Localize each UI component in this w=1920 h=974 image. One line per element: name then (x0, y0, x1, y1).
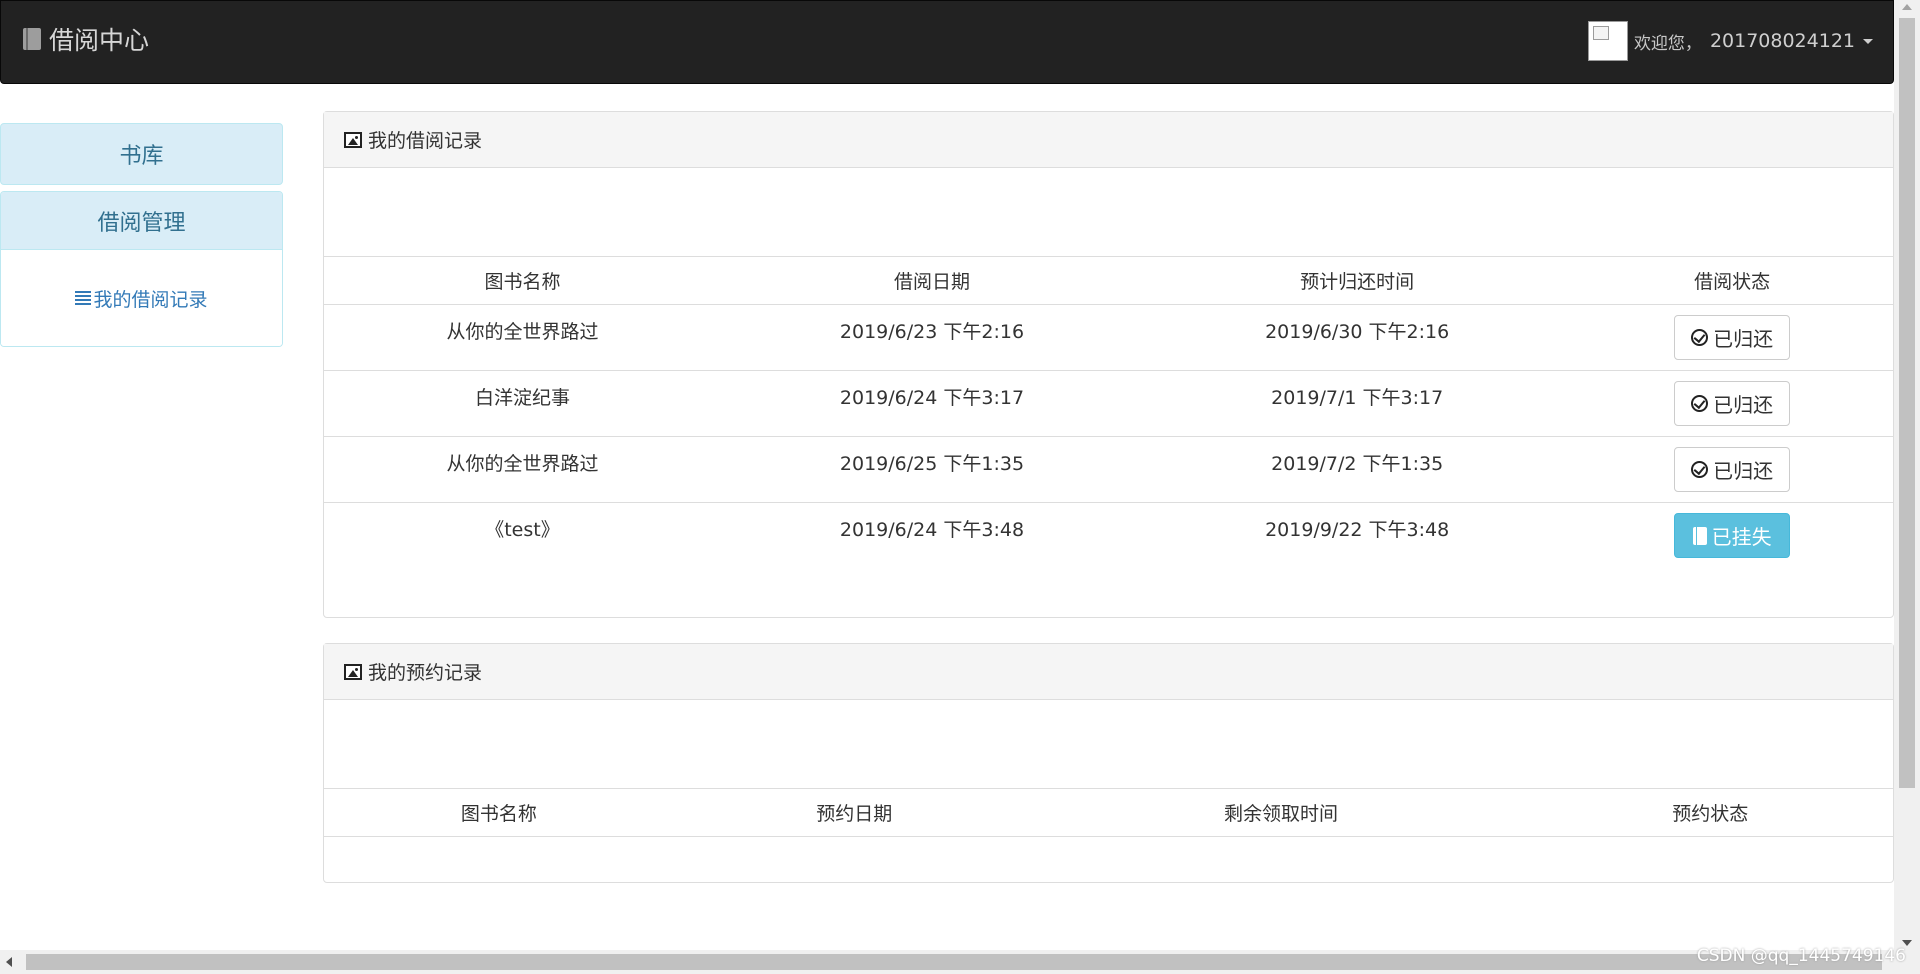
panel-title: 我的借阅记录 (368, 130, 483, 152)
brand[interactable]: 借阅中心 (23, 21, 149, 57)
book-name-cell: 《test》 (485, 519, 560, 541)
borrow-records-panel: 我的借阅记录 图书名称 借阅日期 预计归还时间 借阅状态 从你的全世界路过 20… (323, 111, 1894, 618)
sidebar-item-library[interactable]: 书库 (0, 123, 283, 185)
returned-status-button[interactable]: 已归还 (1674, 315, 1791, 360)
borrow-records-table: 图书名称 借阅日期 预计归还时间 借阅状态 从你的全世界路过 2019/6/23… (324, 256, 1893, 569)
panel-spacer (324, 700, 1893, 788)
column-header: 图书名称 (324, 788, 674, 837)
welcome-text: 欢迎您， (1633, 33, 1702, 54)
picture-icon (344, 663, 362, 680)
reservation-records-panel: 我的预约记录 图书名称 预约日期 剩余领取时间 预约状态 (323, 643, 1894, 883)
column-header: 剩余领取时间 (1034, 788, 1528, 837)
reservation-records-table: 图书名称 预约日期 剩余领取时间 预约状态 (324, 788, 1893, 837)
returned-status-button[interactable]: 已归还 (1674, 447, 1791, 492)
sidebar-link-my-borrow-records[interactable]: 我的借阅记录 (75, 285, 208, 312)
book-name-cell: 从你的全世界路过 (324, 304, 721, 371)
status-label: 已归还 (1713, 393, 1774, 417)
book-name-cell: 从你的全世界路过 (324, 436, 721, 503)
sidebar-link-label: 我的借阅记录 (93, 288, 208, 311)
avatar (1587, 21, 1628, 61)
table-row: 《test》 2019/6/24 下午3:48 2019/9/22 下午3:48… (324, 503, 1893, 569)
scrollbar-thumb[interactable] (1899, 18, 1915, 788)
table-header-row: 图书名称 借阅日期 预计归还时间 借阅状态 (324, 256, 1893, 305)
sidebar: 书库 借阅管理 我的借阅记录 (0, 123, 283, 347)
panel-spacer (324, 168, 1893, 256)
column-header: 图书名称 (324, 256, 721, 305)
status-label: 已挂失 (1711, 525, 1772, 549)
check-circle-icon (1691, 461, 1709, 478)
check-circle-icon (1691, 395, 1709, 412)
scrollbar-thumb[interactable] (26, 954, 1882, 970)
sidebar-group-borrow-manage: 借阅管理 我的借阅记录 (0, 191, 283, 347)
brand-title: 借阅中心 (49, 26, 150, 55)
panel-heading: 我的预约记录 (324, 644, 1893, 700)
borrow-date-cell: 2019/6/23 下午2:16 (720, 304, 1143, 371)
status-cell: 已归还 (1571, 436, 1893, 503)
table-row: 从你的全世界路过 2019/6/25 下午1:35 2019/7/2 下午1:3… (324, 436, 1893, 503)
column-header: 预约状态 (1527, 788, 1893, 837)
status-label: 已归还 (1713, 327, 1774, 351)
table-row: 白洋淀纪事 2019/6/24 下午3:17 2019/7/1 下午3:17 已… (324, 370, 1893, 437)
due-date-cell: 2019/6/30 下午2:16 (1143, 304, 1572, 371)
panel-heading: 我的借阅记录 (324, 112, 1893, 168)
scroll-up-icon[interactable] (1902, 4, 1912, 10)
column-header: 借阅日期 (720, 256, 1143, 305)
list-icon (75, 291, 92, 305)
watermark: CSDN @qq_1445749146 (1696, 946, 1906, 966)
borrow-date-cell: 2019/6/24 下午3:48 (839, 519, 1025, 541)
lost-status-button[interactable]: 已挂失 (1674, 513, 1791, 558)
status-cell: 已挂失 (1571, 503, 1893, 569)
table-row: 从你的全世界路过 2019/6/23 下午2:16 2019/6/30 下午2:… (324, 304, 1893, 371)
check-circle-icon (1691, 329, 1709, 346)
book-icon (23, 28, 41, 50)
due-date-cell: 2019/7/2 下午1:35 (1143, 436, 1572, 503)
borrow-date-cell: 2019/6/25 下午1:35 (720, 436, 1143, 503)
column-header: 预约日期 (673, 788, 1035, 837)
sidebar-item-library-label: 书库 (119, 144, 164, 169)
book-name-cell: 白洋淀纪事 (324, 370, 721, 437)
sidebar-item-borrow-manage[interactable]: 借阅管理 (1, 192, 282, 250)
status-label: 已归还 (1713, 459, 1774, 483)
status-cell: 已归还 (1571, 304, 1893, 371)
vertical-scrollbar[interactable] (1894, 0, 1920, 950)
column-header: 预计归还时间 (1143, 256, 1572, 305)
table-header-row: 图书名称 预约日期 剩余领取时间 预约状态 (324, 788, 1893, 837)
user-dropdown[interactable]: 欢迎您， 201708024121 (1587, 21, 1873, 61)
scroll-left-icon[interactable] (6, 957, 12, 967)
borrow-date-cell: 2019/6/24 下午3:17 (720, 370, 1143, 437)
horizontal-scrollbar[interactable] (0, 950, 1920, 974)
due-date-cell: 2019/9/22 下午3:48 (1265, 519, 1450, 541)
column-header: 借阅状态 (1571, 256, 1893, 305)
panel-title: 我的预约记录 (368, 662, 483, 684)
due-date-cell: 2019/7/1 下午3:17 (1143, 370, 1572, 437)
returned-status-button[interactable]: 已归还 (1674, 381, 1791, 426)
book-icon (1692, 526, 1707, 545)
top-navbar: 借阅中心 欢迎您， 201708024121 (0, 0, 1894, 84)
picture-icon (344, 131, 362, 148)
status-cell: 已归还 (1571, 370, 1893, 437)
sidebar-item-borrow-manage-label: 借阅管理 (97, 210, 186, 236)
sidebar-subitem-container: 我的借阅记录 (1, 250, 282, 346)
user-id: 201708024121 (1709, 30, 1855, 52)
caret-down-icon (1863, 38, 1873, 44)
